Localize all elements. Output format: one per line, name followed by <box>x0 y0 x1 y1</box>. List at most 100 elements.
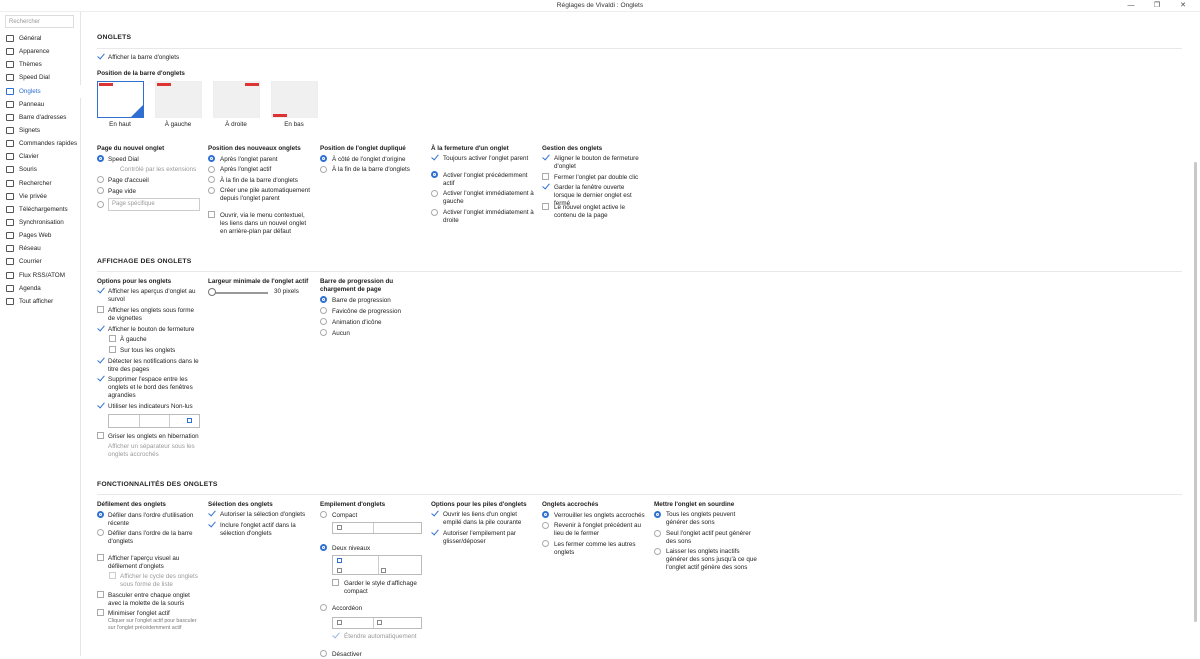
feeds-icon <box>6 271 14 279</box>
sidebar-item-18[interactable]: Flux RSS/ATOM <box>0 269 81 282</box>
radio-speed-dial[interactable] <box>97 155 104 162</box>
sidebar-item-1[interactable]: Apparence <box>0 45 81 58</box>
radio-auto-stack[interactable] <box>208 187 215 194</box>
scrollbar[interactable] <box>1193 12 1198 656</box>
radio-blank-page[interactable] <box>97 187 104 194</box>
radio-all-sound[interactable] <box>654 511 661 518</box>
minimize-button[interactable]: — <box>1118 1 1144 11</box>
radio-previous-active[interactable] <box>431 171 438 178</box>
radio-return-previous[interactable] <box>542 522 549 529</box>
sidebar-item-9[interactable]: Clavier <box>0 150 81 163</box>
radio-inactive-until-active[interactable] <box>654 548 661 555</box>
visual-cycler-checkbox[interactable] <box>97 554 104 561</box>
radio-dup-end-of-bar[interactable] <box>320 166 327 173</box>
tabbar-position-right[interactable] <box>213 81 260 118</box>
notifications-checkbox[interactable] <box>97 357 104 364</box>
radio-homepage[interactable] <box>97 176 104 183</box>
sidebar-item-13[interactable]: Téléchargements <box>0 203 81 216</box>
thumbnails-checkbox[interactable] <box>97 306 104 313</box>
close-all-tabs-checkbox[interactable] <box>109 346 116 353</box>
radio-next-to-origin[interactable] <box>320 155 327 162</box>
option-label: Compact <box>332 512 358 519</box>
sidebar-item-14[interactable]: Synchronisation <box>0 216 81 229</box>
include-active-checkbox[interactable] <box>208 521 215 528</box>
sidebar-item-4[interactable]: Onglets <box>0 84 81 98</box>
quick-commands-icon <box>6 140 14 148</box>
unread-indicators-checkbox[interactable] <box>97 402 104 409</box>
radio-right-tab[interactable] <box>431 209 438 216</box>
min-width-slider[interactable] <box>210 292 268 294</box>
tabbar-position-top[interactable] <box>97 81 144 118</box>
restore-button[interactable]: ❐ <box>1144 1 1170 11</box>
sidebar-item-16[interactable]: Réseau <box>0 242 81 255</box>
downloads-icon <box>6 205 14 213</box>
radio-after-active[interactable] <box>208 166 215 173</box>
radio-specific-page[interactable] <box>97 201 104 208</box>
min-width-slider-knob[interactable] <box>208 288 216 296</box>
sidebar-item-15[interactable]: Pages Web <box>0 229 81 242</box>
sidebar-item-10[interactable]: Souris <box>0 163 81 176</box>
divider <box>97 271 1182 272</box>
option-label: Le nouvel onglet active le contenu de la… <box>554 204 626 220</box>
sidebar-item-label: Onglets <box>19 87 41 95</box>
mail-icon <box>6 258 14 266</box>
scrollbar-thumb[interactable] <box>1194 162 1197 622</box>
minimize-active-checkbox[interactable] <box>97 609 104 616</box>
specific-page-input[interactable]: Page spécifique <box>108 198 200 211</box>
hover-preview-checkbox[interactable] <box>97 287 104 294</box>
radio-end-of-bar[interactable] <box>208 176 215 183</box>
search-input[interactable]: Rechercher <box>5 15 74 28</box>
sidebar-item-12[interactable]: Vie privée <box>0 190 81 203</box>
radio-bar-order[interactable] <box>97 529 104 536</box>
focus-page-checkbox[interactable] <box>542 203 549 210</box>
tabbar-position-bottom[interactable] <box>271 81 318 118</box>
wheel-switch-checkbox[interactable] <box>97 591 104 598</box>
radio-none[interactable] <box>320 329 327 336</box>
open-in-stack-checkbox[interactable] <box>431 510 438 517</box>
list-cycler-checkbox[interactable] <box>109 572 116 579</box>
sidebar-item-3[interactable]: Speed Dial <box>0 71 81 84</box>
sidebar-item-2[interactable]: Thèmes <box>0 58 81 71</box>
sidebar-item-7[interactable]: Signets <box>0 124 81 137</box>
keep-window-open-checkbox[interactable] <box>542 183 549 190</box>
drag-stack-checkbox[interactable] <box>431 529 438 536</box>
sidebar-item-6[interactable]: Barre d'adresses <box>0 111 81 124</box>
settings-nav: Général Apparence Thèmes Speed Dial Onglets P… <box>0 32 81 308</box>
close-button-checkbox[interactable] <box>97 325 104 332</box>
radio-icon-animation[interactable] <box>320 318 327 325</box>
sidebar-item-0[interactable]: Général <box>0 32 81 45</box>
option-label: Page d'accueil <box>108 177 149 184</box>
radio-lock-pinned[interactable] <box>542 511 549 518</box>
show-tabbar-checkbox[interactable] <box>97 53 104 60</box>
sidebar-item-17[interactable]: Courrier <box>0 255 81 268</box>
radio-close-like-others[interactable] <box>542 540 549 547</box>
sidebar-item-8[interactable]: Commandes rapides <box>0 137 81 150</box>
radio-left-tab[interactable] <box>431 190 438 197</box>
radio-accordion[interactable] <box>320 604 327 611</box>
mouse-icon <box>6 166 14 174</box>
option-label: À la fin de la barre d'onglets <box>220 177 298 184</box>
allow-selection-checkbox[interactable] <box>208 510 215 517</box>
sidebar-item-5[interactable]: Panneau <box>0 98 81 111</box>
sidebar-item-19[interactable]: Agenda <box>0 282 81 295</box>
close-button[interactable]: ✕ <box>1170 1 1196 11</box>
radio-two-levels[interactable] <box>320 544 327 551</box>
radio-progress-favicon[interactable] <box>320 307 327 314</box>
always-parent-checkbox[interactable] <box>431 154 438 161</box>
compact-style-checkbox[interactable] <box>332 579 339 586</box>
sidebar-item-11[interactable]: Rechercher <box>0 177 81 190</box>
remove-gap-checkbox[interactable] <box>97 375 104 382</box>
double-click-close-checkbox[interactable] <box>542 173 549 180</box>
radio-after-parent[interactable] <box>208 155 215 162</box>
radio-progress-bar[interactable] <box>320 296 327 303</box>
tabbar-position-left[interactable] <box>155 81 202 118</box>
radio-recent-order[interactable] <box>97 511 104 518</box>
auto-expand-checkbox[interactable] <box>332 632 339 639</box>
sidebar-item-20[interactable]: Tout afficher <box>0 295 81 308</box>
radio-active-only[interactable] <box>654 530 661 537</box>
close-left-checkbox[interactable] <box>109 335 116 342</box>
radio-compact[interactable] <box>320 511 327 518</box>
align-close-checkbox[interactable] <box>542 154 549 161</box>
hibernate-dim-checkbox[interactable] <box>97 432 104 439</box>
context-menu-background-checkbox[interactable] <box>208 211 215 218</box>
